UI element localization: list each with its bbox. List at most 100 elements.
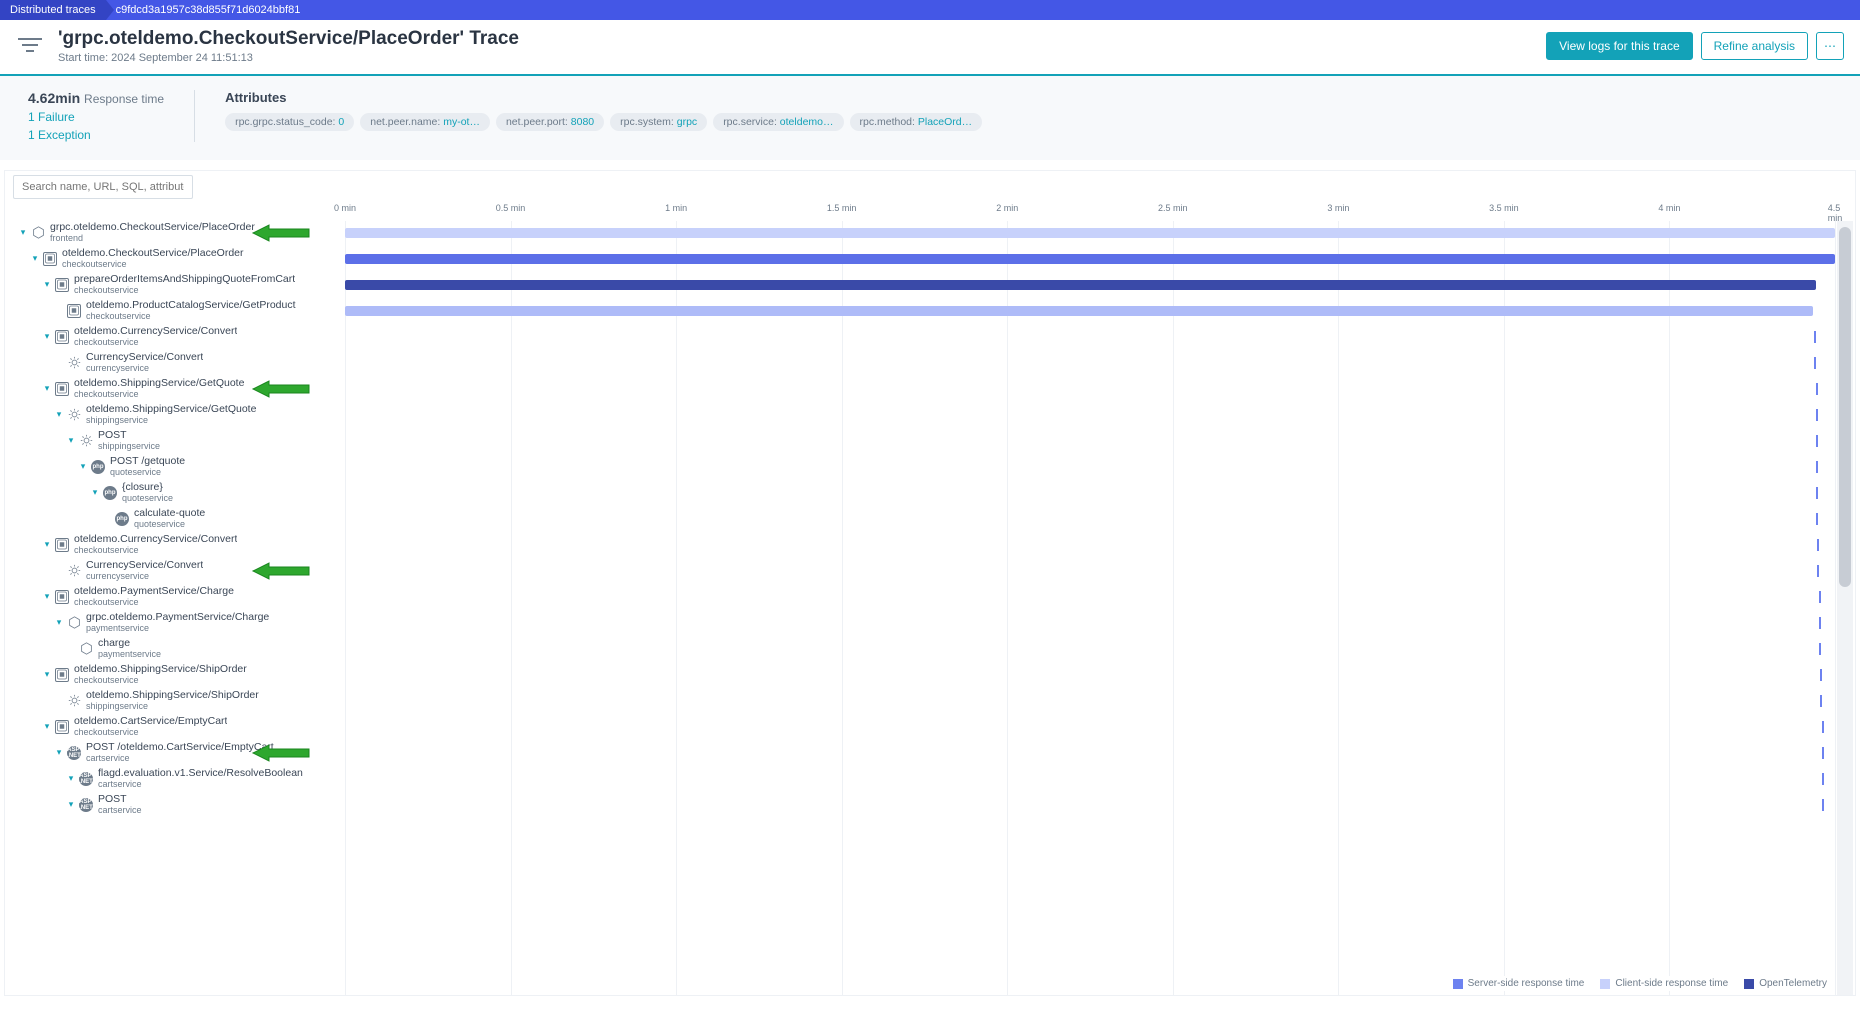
span-service: cartservice	[86, 754, 274, 764]
span-tree-cell[interactable]: chargepaymentservice	[5, 637, 345, 660]
expand-toggle[interactable]: ▾	[41, 539, 53, 550]
attribute-chip[interactable]: net.peer.name: my-ot…	[360, 113, 490, 131]
expand-toggle[interactable]: ▾	[65, 435, 77, 446]
span-tree-cell[interactable]: ▾oteldemo.CurrencyService/Convertcheckou…	[5, 533, 345, 556]
attribute-chip[interactable]: rpc.grpc.status_code: 0	[225, 113, 354, 131]
attribute-chip[interactable]: rpc.method: PlaceOrd…	[850, 113, 983, 131]
expand-toggle[interactable]: ▾	[53, 409, 65, 420]
span-tree-cell[interactable]: ▾oteldemo.ShippingService/GetQuoteshippi…	[5, 403, 345, 426]
span-row[interactable]: ▾ASP.NETPOST /oteldemo.CartService/Empty…	[5, 741, 1855, 767]
span-row[interactable]: chargepaymentservice	[5, 637, 1855, 663]
span-bar[interactable]	[345, 254, 1835, 264]
expand-toggle[interactable]: ▾	[53, 747, 65, 758]
span-bar-cell	[345, 585, 1835, 609]
vertical-scrollbar[interactable]	[1837, 221, 1853, 995]
more-actions-button[interactable]: ⋯	[1816, 32, 1844, 60]
trace-area: 0 min0.5 min1 min1.5 min2 min2.5 min3 mi…	[4, 170, 1856, 996]
expand-toggle[interactable]: ▾	[89, 487, 101, 498]
span-row[interactable]: ▾POSTshippingservice	[5, 429, 1855, 455]
span-tree-cell[interactable]: ▾ASP.NETPOST /oteldemo.CartService/Empty…	[5, 741, 345, 764]
span-tree-cell[interactable]: ▾POSTshippingservice	[5, 429, 345, 452]
expand-toggle[interactable]: ▾	[65, 799, 77, 810]
span-tree-cell[interactable]: CurrencyService/Convertcurrencyservice	[5, 559, 345, 582]
span-bar-cell	[345, 377, 1835, 401]
span-tree-cell[interactable]: ▾php{closure}quoteservice	[5, 481, 345, 504]
span-row[interactable]: ▾php{closure}quoteservice	[5, 481, 1855, 507]
span-row[interactable]: phpcalculate-quotequoteservice	[5, 507, 1855, 533]
view-logs-button[interactable]: View logs for this trace	[1546, 32, 1693, 60]
span-bar[interactable]	[345, 280, 1816, 290]
span-tree-cell[interactable]: ▾oteldemo.CurrencyService/Convertcheckou…	[5, 325, 345, 348]
trace-scroll[interactable]: ▾grpc.oteldemo.CheckoutService/PlaceOrde…	[5, 221, 1855, 995]
span-row[interactable]: ▾oteldemo.CartService/EmptyCartcheckouts…	[5, 715, 1855, 741]
span-row[interactable]: ▾grpc.oteldemo.CheckoutService/PlaceOrde…	[5, 221, 1855, 247]
span-bar-cell	[345, 715, 1835, 739]
span-tree-cell[interactable]: ▾grpc.oteldemo.PaymentService/Chargepaym…	[5, 611, 345, 634]
span-row[interactable]: ▾ASP.NETPOSTcartservice	[5, 793, 1855, 819]
span-row[interactable]: ▾prepareOrderItemsAndShippingQuoteFromCa…	[5, 273, 1855, 299]
expand-toggle[interactable]: ▾	[77, 461, 89, 472]
span-bar-cell	[345, 507, 1835, 531]
expand-toggle[interactable]: ▾	[41, 331, 53, 342]
span-bar-cell	[345, 533, 1835, 557]
span-tree-cell[interactable]: ▾oteldemo.ShippingService/ShipOrdercheck…	[5, 663, 345, 686]
outline-icon	[55, 590, 69, 604]
breadcrumb-trace-id[interactable]: c9fdcd3a1957c38d855f71d6024bbf81	[106, 0, 311, 20]
span-tree-cell[interactable]: CurrencyService/Convertcurrencyservice	[5, 351, 345, 374]
span-tree-cell[interactable]: ▾grpc.oteldemo.CheckoutService/PlaceOrde…	[5, 221, 345, 244]
breadcrumb-root[interactable]: Distributed traces	[0, 0, 106, 20]
expand-toggle[interactable]: ▾	[41, 721, 53, 732]
span-bar-cell	[345, 689, 1835, 713]
span-row[interactable]: ▾ASP.NETflagd.evaluation.v1.Service/Reso…	[5, 767, 1855, 793]
span-row[interactable]: ▾oteldemo.ShippingService/GetQuotechecko…	[5, 377, 1855, 403]
span-row[interactable]: ▾oteldemo.ShippingService/ShipOrdercheck…	[5, 663, 1855, 689]
exception-count[interactable]: 1	[28, 128, 35, 142]
span-row[interactable]: ▾grpc.oteldemo.PaymentService/Chargepaym…	[5, 611, 1855, 637]
attribute-chip[interactable]: net.peer.port: 8080	[496, 113, 604, 131]
span-tree-cell[interactable]: ▾oteldemo.PaymentService/Chargecheckouts…	[5, 585, 345, 608]
expand-toggle[interactable]: ▾	[41, 279, 53, 290]
span-tree-cell[interactable]: ▾ASP.NETPOSTcartservice	[5, 793, 345, 816]
search-input[interactable]	[13, 175, 193, 199]
span-tree-cell[interactable]: ▾ASP.NETflagd.evaluation.v1.Service/Reso…	[5, 767, 345, 790]
outline-icon	[67, 304, 81, 318]
span-row[interactable]: ▾oteldemo.CheckoutService/PlaceOrderchec…	[5, 247, 1855, 273]
span-tree-cell[interactable]: ▾oteldemo.CartService/EmptyCartcheckouts…	[5, 715, 345, 738]
refine-analysis-button[interactable]: Refine analysis	[1701, 32, 1808, 60]
span-row[interactable]: ▾oteldemo.PaymentService/Chargecheckouts…	[5, 585, 1855, 611]
failure-count[interactable]: 1	[28, 110, 35, 124]
span-tree-cell[interactable]: phpcalculate-quotequoteservice	[5, 507, 345, 530]
span-tree-cell[interactable]: ▾phpPOST /getquotequoteservice	[5, 455, 345, 478]
span-bar-cell	[345, 611, 1835, 635]
span-bar[interactable]	[345, 228, 1835, 238]
span-bar-cell	[345, 663, 1835, 687]
expand-toggle[interactable]: ▾	[29, 253, 41, 264]
span-row[interactable]: ▾oteldemo.CurrencyService/Convertcheckou…	[5, 325, 1855, 351]
span-row[interactable]: ▾oteldemo.ShippingService/GetQuoteshippi…	[5, 403, 1855, 429]
failure-label[interactable]: Failure	[38, 110, 75, 124]
attribute-chip[interactable]: rpc.system: grpc	[610, 113, 707, 131]
expand-toggle[interactable]: ▾	[41, 383, 53, 394]
span-bar[interactable]	[345, 306, 1813, 316]
span-service: quoteservice	[122, 494, 173, 504]
scrollbar-thumb[interactable]	[1839, 227, 1851, 587]
attribute-chip[interactable]: rpc.service: oteldemo…	[713, 113, 843, 131]
span-tree-cell[interactable]: ▾oteldemo.CheckoutService/PlaceOrderchec…	[5, 247, 345, 270]
expand-toggle[interactable]: ▾	[41, 669, 53, 680]
expand-toggle[interactable]: ▾	[53, 617, 65, 628]
span-tree-cell[interactable]: oteldemo.ProductCatalogService/GetProduc…	[5, 299, 345, 322]
expand-toggle[interactable]: ▾	[41, 591, 53, 602]
span-row[interactable]: oteldemo.ProductCatalogService/GetProduc…	[5, 299, 1855, 325]
span-tree-cell[interactable]: ▾prepareOrderItemsAndShippingQuoteFromCa…	[5, 273, 345, 296]
span-row[interactable]: ▾oteldemo.CurrencyService/Convertcheckou…	[5, 533, 1855, 559]
span-name: oteldemo.ShippingService/GetQuote	[86, 404, 256, 416]
expand-toggle[interactable]: ▾	[17, 227, 29, 238]
exception-label[interactable]: Exception	[38, 128, 91, 142]
span-row[interactable]: oteldemo.ShippingService/ShipOrdershippi…	[5, 689, 1855, 715]
span-row[interactable]: CurrencyService/Convertcurrencyservice	[5, 351, 1855, 377]
span-row[interactable]: CurrencyService/Convertcurrencyservice	[5, 559, 1855, 585]
expand-toggle[interactable]: ▾	[65, 773, 77, 784]
span-tree-cell[interactable]: oteldemo.ShippingService/ShipOrdershippi…	[5, 689, 345, 712]
span-tree-cell[interactable]: ▾oteldemo.ShippingService/GetQuotechecko…	[5, 377, 345, 400]
span-row[interactable]: ▾phpPOST /getquotequoteservice	[5, 455, 1855, 481]
